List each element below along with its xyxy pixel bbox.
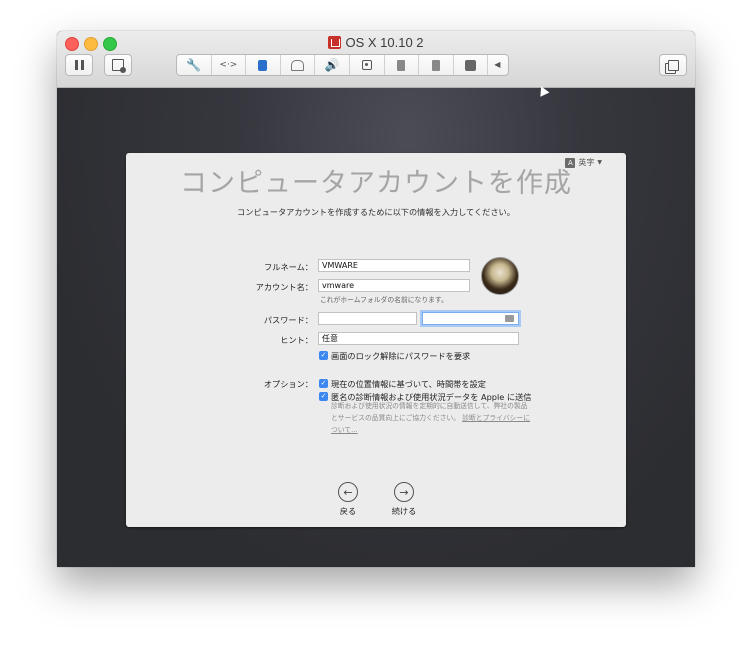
usb-icon bbox=[397, 59, 406, 71]
continue-button-label: 続ける bbox=[391, 506, 417, 516]
hint-label: ヒント： bbox=[280, 335, 313, 345]
options-label: オプション： bbox=[263, 379, 313, 389]
account-name-hint: これがホームフォルダの名前になります。 bbox=[320, 296, 448, 304]
forward-arrow-icon: → bbox=[394, 482, 414, 502]
collapse-arrow-icon: ◀ bbox=[494, 60, 501, 69]
page-subtitle: コンピュータアカウントを作成するために以下の情報を入力してください。 bbox=[237, 207, 515, 217]
optical-drive-button[interactable] bbox=[281, 55, 316, 75]
wrench-icon: 🔧 bbox=[186, 58, 202, 72]
password-verify-field[interactable] bbox=[422, 312, 519, 325]
setup-panel: A 英字 ▼ コンピュータアカウントを作成 コンピュータアカウントを作成するため… bbox=[126, 153, 626, 527]
lock-password-checkbox[interactable]: ✓ bbox=[319, 351, 328, 360]
fullscreen-button[interactable] bbox=[659, 54, 687, 76]
camera-icon bbox=[361, 60, 372, 70]
vm-icon bbox=[328, 36, 342, 49]
snapshot-button[interactable] bbox=[104, 54, 132, 76]
timezone-checkbox[interactable]: ✓ bbox=[319, 379, 328, 388]
back-arrow-icon: ← bbox=[338, 482, 358, 502]
collapse-toolbar-button[interactable]: ◀ bbox=[488, 55, 506, 75]
sound-button[interactable]: 🔊 bbox=[315, 55, 350, 75]
lock-password-checkbox-label: 画面のロック解除にパスワードを要求 bbox=[331, 351, 471, 361]
diagnostics-checkbox[interactable]: ✓ bbox=[319, 392, 328, 401]
continue-button[interactable]: → 続ける bbox=[379, 482, 429, 517]
camera-button[interactable] bbox=[350, 55, 385, 75]
sharing-button[interactable] bbox=[454, 55, 489, 75]
window-title-text: OS X 10.10 2 bbox=[345, 35, 424, 50]
snapshot-icon bbox=[112, 59, 126, 73]
device-toolbar: 🔧 <·> 🔊 ◀ bbox=[176, 54, 509, 76]
usb-icon bbox=[431, 59, 440, 71]
account-name-field[interactable]: vmware bbox=[318, 279, 470, 292]
optical-drive-icon bbox=[291, 59, 305, 71]
hard-disk-icon bbox=[258, 59, 268, 71]
privacy-description: 診断および使用状況の情報を定期的に自動送信して、弊社の製品とサービスの品質向上に… bbox=[331, 400, 531, 436]
usb-button-1[interactable] bbox=[385, 55, 420, 75]
account-name-label: アカウント名： bbox=[255, 282, 313, 292]
password-hint-field[interactable]: 任意 bbox=[318, 332, 519, 345]
pause-icon bbox=[74, 60, 84, 70]
sharing-icon bbox=[465, 59, 477, 71]
back-button[interactable]: ← 戻る bbox=[323, 482, 373, 517]
titlebar: OS X 10.10 2 🔧 <·> 🔊 ◀ bbox=[57, 31, 695, 88]
fullname-label: フルネーム： bbox=[264, 262, 313, 272]
settings-button[interactable]: 🔧 bbox=[177, 55, 212, 75]
usb-button-2[interactable] bbox=[419, 55, 454, 75]
back-button-label: 戻る bbox=[339, 506, 357, 516]
fullscreen-icon bbox=[667, 59, 679, 71]
password-assistant-icon[interactable] bbox=[505, 315, 514, 322]
window-title: OS X 10.10 2 bbox=[57, 35, 695, 50]
fullname-field[interactable]: VMWARE bbox=[318, 259, 470, 272]
speaker-icon: 🔊 bbox=[324, 58, 340, 72]
page-title: コンピュータアカウントを作成 bbox=[180, 168, 572, 199]
pause-button[interactable] bbox=[65, 54, 93, 76]
hard-disk-button[interactable] bbox=[246, 55, 281, 75]
password-label: パスワード： bbox=[263, 315, 313, 325]
user-picture-avatar[interactable] bbox=[481, 257, 519, 295]
password-field[interactable] bbox=[318, 312, 417, 325]
timezone-checkbox-label: 現在の位置情報に基づいて、時間帯を設定 bbox=[331, 379, 486, 389]
network-button[interactable]: <·> bbox=[212, 55, 247, 75]
network-arrows-icon: <·> bbox=[219, 59, 238, 70]
